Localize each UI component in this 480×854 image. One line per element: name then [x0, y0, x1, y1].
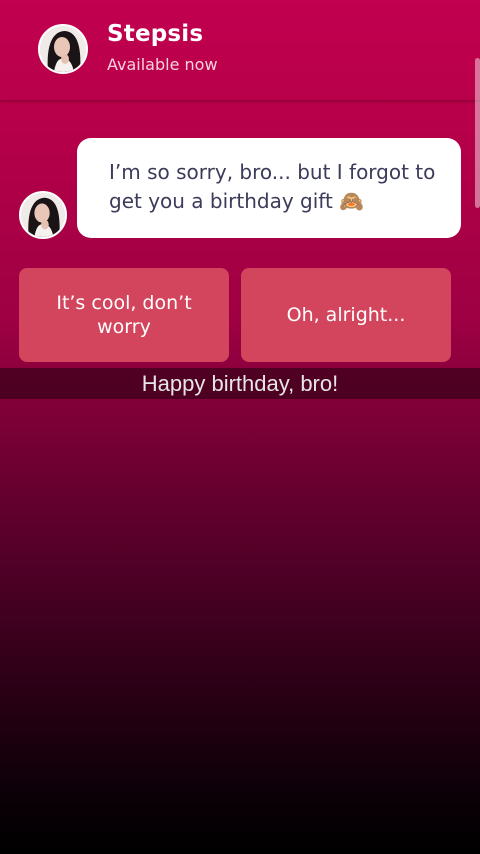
avatar-photo: [40, 26, 86, 72]
message-avatar: [19, 191, 67, 239]
contact-status: Available now: [107, 55, 218, 74]
chat-header: Stepsis Available now: [0, 0, 480, 101]
monkey-emoji-icon: 🙈: [339, 189, 365, 213]
video-subtitle: Happy birthday, bro!: [0, 368, 480, 399]
avatar-photo: [21, 193, 65, 237]
reply-option-oh-alright[interactable]: Oh, alright...: [241, 268, 451, 362]
message-text: I’m so sorry, bro... but I forgot to get…: [109, 160, 436, 213]
reply-option-label: It’s cool, don’t worry: [56, 292, 192, 338]
contact-avatar[interactable]: [38, 24, 88, 74]
contact-name: Stepsis: [107, 21, 204, 47]
message-bubble: I’m so sorry, bro... but I forgot to get…: [77, 138, 461, 238]
reply-option-its-cool[interactable]: It’s cool, don’t worry: [19, 268, 229, 362]
reply-option-label: Oh, alright...: [286, 304, 406, 326]
scrollbar[interactable]: [475, 58, 480, 208]
